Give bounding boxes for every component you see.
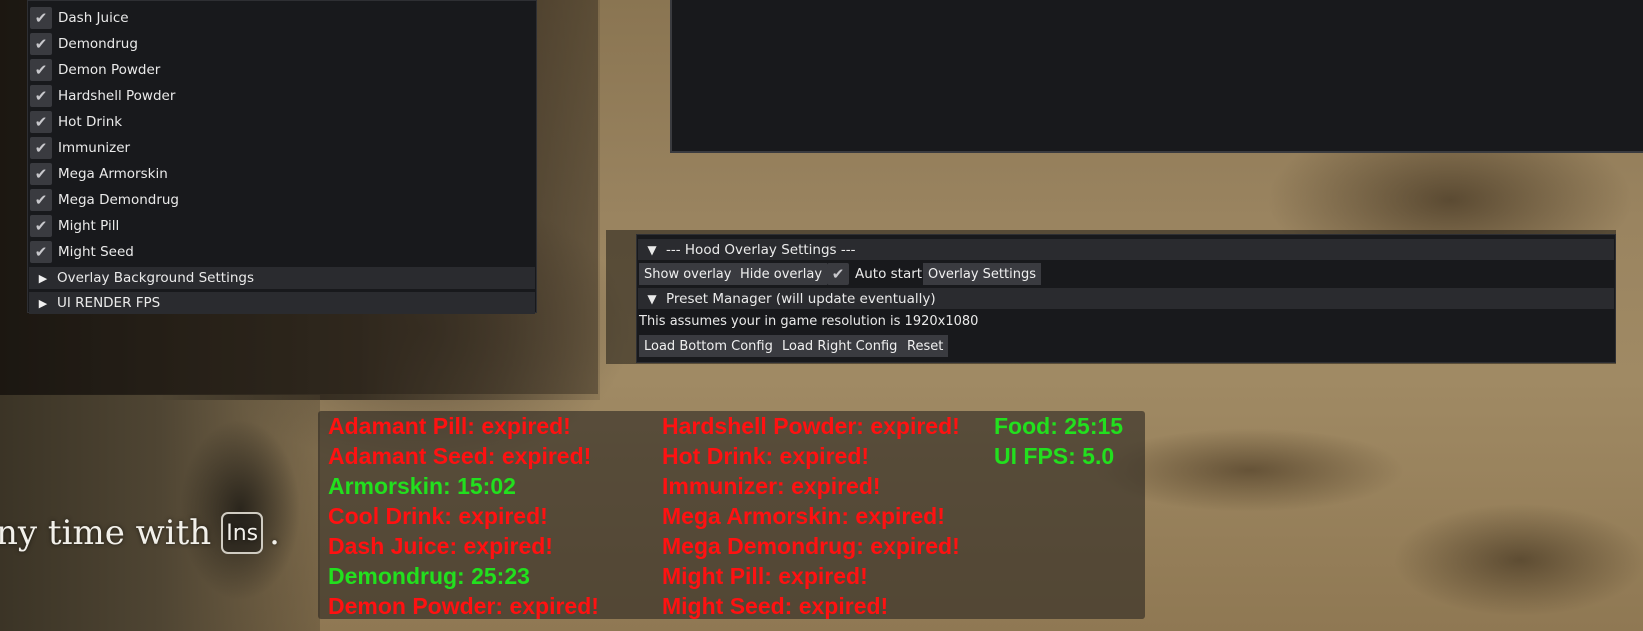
hud-buff-hot-drink: Hot Drink: expired! <box>662 443 870 469</box>
buff-checkbox-label: Hardshell Powder <box>58 88 176 104</box>
hud-buff-might-pill: Might Pill: expired! <box>662 563 868 589</box>
hide-overlay-button[interactable]: Hide overlay <box>735 263 828 285</box>
buff-checkbox-label: Mega Armorskin <box>58 166 168 182</box>
buff-checkbox-label: Might Seed <box>58 244 134 260</box>
load-bottom-config-button[interactable]: Load Bottom Config <box>639 335 778 357</box>
check-icon[interactable]: ✔ <box>30 241 52 263</box>
hud-buff-mega-armorskin: Mega Armorskin: expired! <box>662 503 945 529</box>
game-hint-suffix: . <box>269 513 280 553</box>
hood-overlay-settings-header[interactable]: ▼ --- Hood Overlay Settings --- <box>638 239 1614 260</box>
buff-checkbox-immunizer[interactable]: ✔ Immunizer <box>30 135 130 161</box>
buff-checkbox-label: Might Pill <box>58 218 120 234</box>
buff-checkbox-dash-juice[interactable]: ✔ Dash Juice <box>30 5 129 31</box>
check-icon[interactable]: ✔ <box>30 59 52 81</box>
buff-checkbox-might-pill[interactable]: ✔ Might Pill <box>30 213 119 239</box>
game-background-creature <box>160 390 330 631</box>
check-icon[interactable]: ✔ <box>30 111 52 133</box>
check-icon[interactable]: ✔ <box>30 33 52 55</box>
resolution-note: This assumes your in game resolution is … <box>639 314 979 329</box>
buff-checkbox-mega-armorskin[interactable]: ✔ Mega Armorskin <box>30 161 168 187</box>
hud-buff-armorskin: Armorskin: 15:02 <box>328 473 516 499</box>
section-ui-render-fps[interactable]: ▶ UI RENDER FPS <box>29 292 535 314</box>
section-overlay-background-settings[interactable]: ▶ Overlay Background Settings <box>29 267 535 289</box>
check-icon[interactable]: ✔ <box>30 85 52 107</box>
hud-food-timer: Food: 25:15 <box>994 413 1124 439</box>
auto-start-checkbox[interactable]: ✔ Auto start <box>827 263 922 285</box>
hud-buff-demondrug: Demondrug: 25:23 <box>328 563 530 589</box>
header-label: --- Hood Overlay Settings --- <box>666 241 856 258</box>
buff-checkbox-label: Dash Juice <box>58 10 129 26</box>
check-icon[interactable]: ✔ <box>30 7 52 29</box>
auto-start-label: Auto start <box>855 266 923 282</box>
game-hint-label: ny time with <box>0 513 212 553</box>
hud-buff-cool-drink: Cool Drink: expired! <box>328 503 548 529</box>
triangle-down-icon: ▼ <box>647 242 657 257</box>
triangle-down-icon: ▼ <box>647 291 657 306</box>
triangle-right-icon: ▶ <box>38 296 48 310</box>
buff-checkbox-demon-powder[interactable]: ✔ Demon Powder <box>30 57 160 83</box>
overlay-settings-button[interactable]: Overlay Settings <box>923 263 1041 285</box>
hud-buff-adamant-pill: Adamant Pill: expired! <box>328 413 571 439</box>
buff-checkbox-hot-drink[interactable]: ✔ Hot Drink <box>30 109 122 135</box>
preset-manager-header[interactable]: ▼ Preset Manager (will update eventually… <box>638 288 1614 309</box>
hud-buff-demon-powder: Demon Powder: expired! <box>328 593 599 619</box>
load-right-config-button[interactable]: Load Right Config <box>777 335 903 357</box>
game-hint-text: ny time with Ins . <box>0 512 280 554</box>
buff-checkbox-mega-demondrug[interactable]: ✔ Mega Demondrug <box>30 187 179 213</box>
buff-checkbox-might-seed[interactable]: ✔ Might Seed <box>30 239 134 265</box>
buff-checkbox-label: Demon Powder <box>58 62 161 78</box>
buff-checkbox-hardshell-powder[interactable]: ✔ Hardshell Powder <box>30 83 175 109</box>
overlay-settings-panel: ▼ --- Hood Overlay Settings --- Show ove… <box>636 234 1616 363</box>
check-icon[interactable]: ✔ <box>827 263 849 285</box>
check-icon[interactable]: ✔ <box>30 189 52 211</box>
show-overlay-button[interactable]: Show overlay <box>639 263 737 285</box>
triangle-right-icon: ▶ <box>38 271 48 285</box>
check-icon[interactable]: ✔ <box>30 215 52 237</box>
buff-checkbox-label: Mega Demondrug <box>58 192 179 208</box>
hud-buff-might-seed: Might Seed: expired! <box>662 593 889 619</box>
section-label: Overlay Background Settings <box>57 270 254 286</box>
reset-button[interactable]: Reset <box>902 335 949 357</box>
hud-buff-adamant-seed: Adamant Seed: expired! <box>328 443 592 469</box>
buff-checkbox-label: Immunizer <box>58 140 131 156</box>
buff-list-panel: ✔ Dash Juice ✔ Demondrug ✔ Demon Powder … <box>27 0 537 314</box>
hud-buff-immunizer: Immunizer: expired! <box>662 473 881 499</box>
hud-buff-hardshell-powder: Hardshell Powder: expired! <box>662 413 960 439</box>
header-label: Preset Manager (will update eventually) <box>666 290 936 307</box>
hud-buff-mega-demondrug: Mega Demondrug: expired! <box>662 533 960 559</box>
buff-checkbox-demondrug[interactable]: ✔ Demondrug <box>30 31 138 57</box>
buff-timer-overlay: Adamant Pill: expired! Adamant Seed: exp… <box>318 411 1145 619</box>
overlay-preview-window <box>670 0 1643 153</box>
check-icon[interactable]: ✔ <box>30 163 52 185</box>
hud-ui-fps: UI FPS: 5.0 <box>994 443 1115 469</box>
buff-checkbox-label: Demondrug <box>58 36 138 52</box>
hud-buff-dash-juice: Dash Juice: expired! <box>328 533 553 559</box>
section-label: UI RENDER FPS <box>57 295 161 311</box>
check-icon[interactable]: ✔ <box>30 137 52 159</box>
buff-checkbox-label: Hot Drink <box>58 114 123 130</box>
ins-key-icon: Ins <box>221 512 264 554</box>
